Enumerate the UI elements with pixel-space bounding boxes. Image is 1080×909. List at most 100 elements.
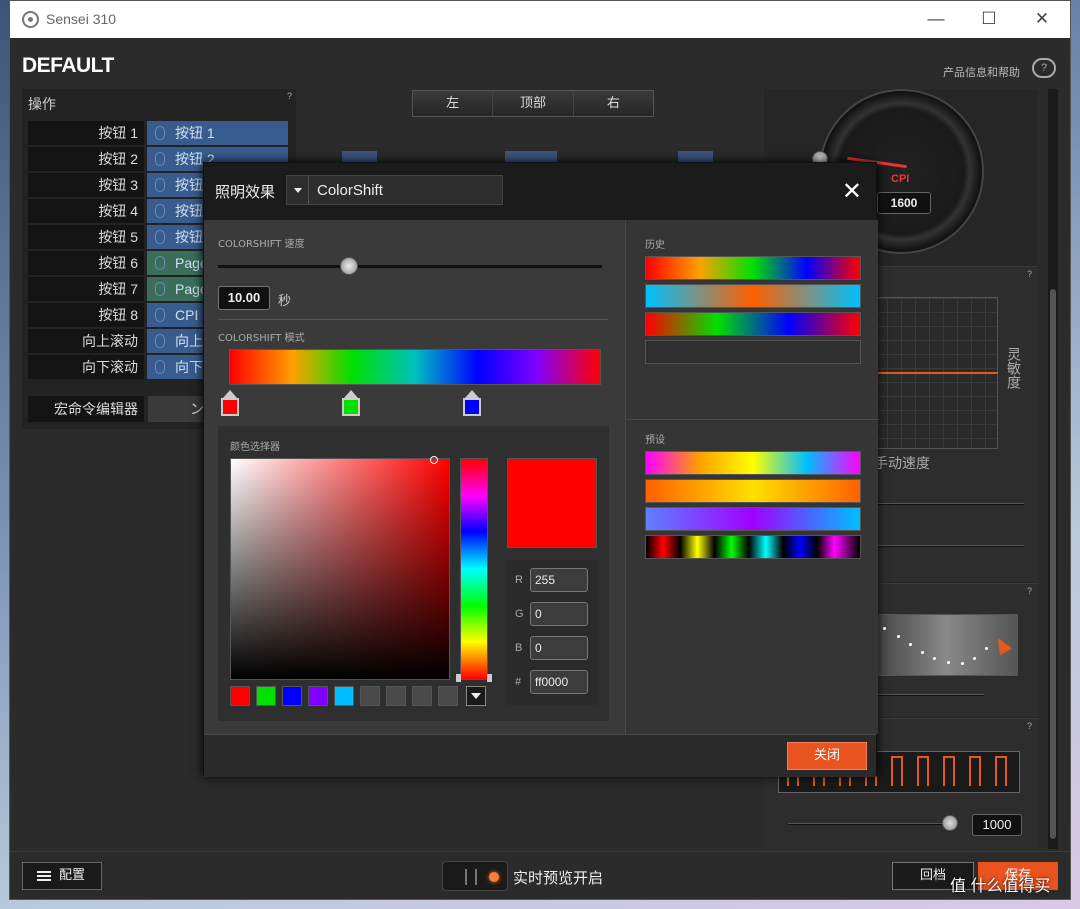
b-input[interactable]: 0: [530, 636, 588, 660]
cpi-value[interactable]: 1600: [877, 192, 931, 214]
live-preview-toggle[interactable]: [442, 861, 508, 891]
color-swatch[interactable]: [438, 686, 458, 706]
hue-slider[interactable]: [460, 458, 488, 680]
dialog-footer: 关闭: [204, 734, 876, 777]
window-title: Sensei 310: [46, 11, 117, 27]
colorshift-gradient-bar[interactable]: [229, 349, 601, 385]
tab-left[interactable]: 左: [413, 91, 494, 116]
g-row: G0: [507, 602, 597, 628]
preset-gradient[interactable]: [645, 451, 861, 475]
help-cloud-icon[interactable]: ?: [1032, 58, 1056, 78]
speed-knob[interactable]: [339, 257, 358, 275]
watermark: 值 什么值得买: [950, 878, 1051, 895]
action-label: 按钮 4: [28, 199, 144, 223]
mode-title: COLORSHIFT 模式: [218, 333, 305, 344]
effect-select[interactable]: ColorShift: [286, 175, 503, 205]
divider: [626, 419, 879, 420]
action-binding-label: 向上: [175, 333, 203, 349]
gradient-stop[interactable]: [463, 390, 481, 416]
action-label: 按钮 7: [28, 277, 144, 301]
pulse-mark: [943, 756, 955, 786]
sv-cursor[interactable]: [430, 456, 438, 464]
color-swatch[interactable]: [230, 686, 250, 706]
r-input[interactable]: 255: [530, 568, 588, 592]
dialog-close-button[interactable]: 关闭: [787, 742, 867, 770]
angle-help-icon[interactable]: ?: [1027, 586, 1032, 596]
g-input[interactable]: 0: [530, 602, 588, 626]
footer-bar: 配置 实时预览开启 回档 保存: [10, 851, 1070, 899]
stop-color-swatch[interactable]: [342, 398, 360, 416]
preset-gradient[interactable]: [645, 535, 861, 559]
color-swatch[interactable]: [308, 686, 328, 706]
speed-slider[interactable]: [218, 265, 602, 268]
tab-top[interactable]: 顶部: [493, 91, 574, 116]
minimize-button[interactable]: —: [922, 7, 950, 31]
keyboard-icon: [155, 282, 165, 296]
g-label: G: [515, 608, 524, 620]
color-swatch[interactable]: [386, 686, 406, 706]
mouse-icon: [155, 230, 165, 244]
color-swatch[interactable]: [256, 686, 276, 706]
scrollbar-thumb[interactable]: [1050, 289, 1056, 839]
stop-color-swatch[interactable]: [221, 398, 239, 416]
action-label: 按钮 3: [28, 173, 144, 197]
close-window-button[interactable]: ✕: [1028, 7, 1056, 31]
gradient-stop[interactable]: [221, 390, 239, 416]
close-icon[interactable]: ✕: [842, 177, 862, 206]
stop-pointer-icon: [344, 390, 358, 398]
config-button[interactable]: 配置: [22, 862, 102, 890]
maximize-button[interactable]: ☐: [975, 7, 1003, 31]
macro-editor-label: 宏命令编辑器: [28, 396, 144, 422]
curve-dot: [933, 657, 936, 660]
action-binding-button[interactable]: 按钮 1: [147, 121, 288, 145]
r-label: R: [515, 574, 523, 586]
effect-label: 照明效果: [215, 184, 276, 201]
lighting-effect-dialog: 照明效果 ColorShift ✕ COLORSHIFT 速度 10.00 秒 …: [203, 162, 879, 777]
stop-color-swatch[interactable]: [463, 398, 481, 416]
accel-slider[interactable]: [874, 545, 1024, 547]
polling-knob[interactable]: [942, 815, 958, 831]
hex-input[interactable]: ff0000: [530, 670, 588, 694]
hex-row: # ff0000: [507, 670, 597, 696]
action-label: 按钮 2: [28, 147, 144, 171]
pulse-mark: [969, 756, 981, 786]
preset-gradient[interactable]: [645, 479, 861, 503]
divider: [218, 319, 608, 320]
gradient-library: 历史 预设: [625, 220, 879, 734]
color-picker: 颜色选择器 R 255 G0 B0 # ff0000: [218, 426, 609, 721]
history-gradient[interactable]: [645, 284, 861, 308]
action-binding-label: 按钮: [175, 203, 203, 219]
b-label: B: [515, 642, 523, 654]
picker-title: 颜色选择器: [230, 442, 280, 453]
saturation-value-box[interactable]: [230, 458, 450, 680]
history-gradient[interactable]: [645, 312, 861, 336]
action-help-icon[interactable]: ?: [287, 91, 292, 101]
macro-editor-button[interactable]: ン: [148, 396, 208, 422]
hue-marker[interactable]: [456, 674, 492, 682]
angle-slider[interactable]: [874, 694, 984, 696]
rgb-inputs: R 255 G0 B0 # ff0000: [507, 560, 597, 705]
history-gradient-empty[interactable]: [645, 340, 861, 364]
settings-scrollbar[interactable]: [1048, 89, 1058, 849]
polling-value[interactable]: 1000: [972, 814, 1022, 836]
color-swatch[interactable]: [360, 686, 380, 706]
color-swatch[interactable]: [412, 686, 432, 706]
dropdown-arrow-icon[interactable]: [287, 176, 309, 204]
action-binding-label: 按钮 1: [175, 125, 215, 141]
action-binding-label: 按钮: [175, 229, 203, 245]
gradient-stop[interactable]: [342, 390, 360, 416]
color-swatch[interactable]: [282, 686, 302, 706]
preset-gradient[interactable]: [645, 507, 861, 531]
polling-help-icon[interactable]: ?: [1027, 721, 1032, 731]
history-gradient[interactable]: [645, 256, 861, 280]
pulse-mark: [891, 756, 903, 786]
help-link[interactable]: 产品信息和帮助: [943, 64, 1020, 80]
speed-value-field[interactable]: 10.00: [218, 286, 270, 310]
tab-right[interactable]: 右: [573, 91, 653, 116]
color-swatch[interactable]: [334, 686, 354, 706]
accel-help-icon[interactable]: ?: [1027, 269, 1032, 279]
curve-dot: [897, 635, 900, 638]
manual-speed-slider[interactable]: [874, 503, 1024, 505]
swatch-dropdown[interactable]: [466, 686, 486, 706]
polling-slider[interactable]: [788, 823, 958, 825]
